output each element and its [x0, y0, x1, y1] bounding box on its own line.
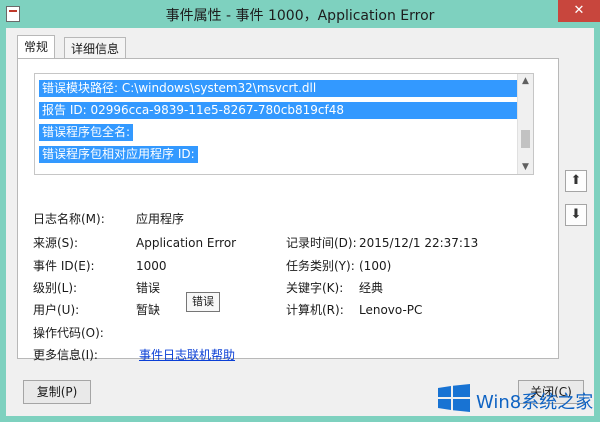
watermark-text: Win8系统之家	[476, 392, 594, 413]
source-value: Application Error	[136, 236, 237, 250]
tab-details[interactable]: 详细信息	[64, 37, 127, 59]
level-value: 错误	[136, 281, 161, 295]
description-line: 错误程序包相对应用程序 ID:	[39, 146, 198, 163]
log-name-label: 日志名称(M):	[33, 212, 105, 226]
online-help-link[interactable]: 事件日志联机帮助	[139, 347, 235, 363]
user-label: 用户(U):	[33, 303, 80, 317]
arrow-down-icon: ⬇	[570, 207, 582, 222]
copy-button[interactable]: 复制(P)	[23, 380, 91, 404]
event-id-label: 事件 ID(E):	[33, 259, 95, 273]
opcode-label: 操作代码(O):	[33, 326, 104, 340]
previous-event-button[interactable]: ⬆	[565, 170, 587, 192]
window-title: 事件属性 - 事件 1000，Application Error	[165, 8, 435, 24]
logged-label: 记录时间(D):	[286, 236, 357, 250]
scroll-up-icon[interactable]: ▲	[518, 74, 533, 88]
user-value: 暂缺	[136, 303, 161, 317]
computer-label: 计算机(R):	[286, 303, 344, 317]
event-id-value: 1000	[136, 259, 167, 273]
event-description-box[interactable]: 错误模块路径: C:\windows\system32\msvcrt.dll 报…	[34, 73, 534, 175]
source-label: 来源(S):	[33, 236, 79, 250]
keywords-label: 关键字(K):	[286, 281, 344, 295]
tab-general[interactable]: 常规	[17, 35, 56, 59]
watermark: Win8系统之家	[432, 378, 600, 422]
log-name-value: 应用程序	[136, 212, 185, 226]
scroll-thumb[interactable]	[521, 130, 530, 148]
arrow-up-icon: ⬆	[570, 173, 582, 188]
task-category-value: (100)	[359, 259, 392, 273]
description-line: 错误程序包全名:	[39, 124, 134, 141]
general-panel: 错误模块路径: C:\windows\system32\msvcrt.dll 报…	[17, 58, 559, 362]
scroll-down-icon[interactable]: ▼	[518, 160, 533, 174]
description-line: 报告 ID: 02996cca-9839-11e5-8267-780cb819c…	[39, 102, 521, 119]
title-bar: 事件属性 - 事件 1000，Application Error ✕	[0, 0, 600, 28]
window-close-button[interactable]: ✕	[558, 0, 600, 22]
next-event-button[interactable]: ⬇	[565, 204, 587, 226]
description-scrollbar[interactable]: ▲ ▼	[517, 74, 533, 174]
keywords-value: 经典	[359, 281, 384, 295]
task-category-label: 任务类别(Y):	[286, 259, 355, 273]
description-line: 错误模块路径: C:\windows\system32\msvcrt.dll	[39, 80, 521, 97]
logged-value: 2015/12/1 22:37:13	[359, 236, 479, 250]
dialog-body: 常规 详细信息 错误模块路径: C:\windows\system32\msvc…	[6, 28, 594, 416]
level-label: 级别(L):	[33, 281, 78, 295]
windows-logo-icon	[438, 384, 470, 412]
computer-value: Lenovo-PC	[359, 303, 423, 317]
more-info-label: 更多信息(I):	[33, 348, 98, 362]
level-tooltip: 错误	[186, 292, 220, 312]
